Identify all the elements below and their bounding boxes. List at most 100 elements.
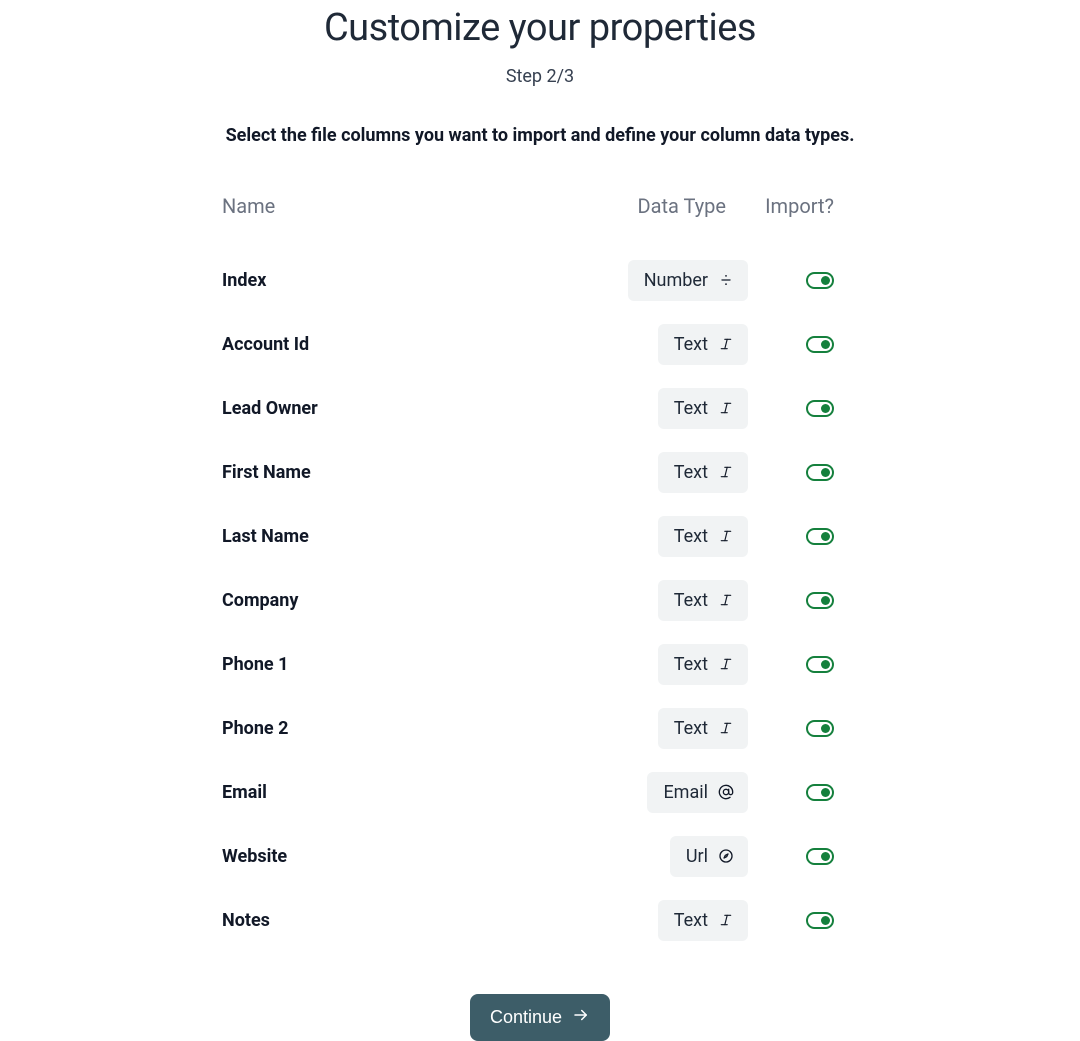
table-row: Company Text: [220, 568, 860, 632]
datatype-label: Text: [674, 910, 708, 931]
datatype-label: Text: [674, 590, 708, 611]
col-header-import: Import?: [748, 194, 838, 218]
property-name: Account Id: [222, 334, 568, 355]
import-toggle-cell: [748, 464, 838, 481]
property-name: Phone 2: [222, 718, 568, 739]
arrow-right-icon: [572, 1006, 590, 1029]
toggle-knob: [821, 660, 830, 669]
number-icon: [718, 272, 734, 288]
datatype-selector[interactable]: Url: [670, 836, 748, 877]
continue-button-label: Continue: [490, 1007, 562, 1028]
datatype-selector[interactable]: Text: [658, 452, 748, 493]
import-toggle-cell: [748, 272, 838, 289]
toggle-knob: [821, 852, 830, 861]
import-toggle-cell: [748, 720, 838, 737]
datatype-cell: Url: [568, 836, 748, 877]
step-indicator: Step 2/3: [506, 66, 574, 87]
datatype-selector[interactable]: Text: [658, 644, 748, 685]
toggle-knob: [821, 724, 830, 733]
property-name: Company: [222, 590, 568, 611]
datatype-label: Text: [674, 334, 708, 355]
property-name: Last Name: [222, 526, 568, 547]
datatype-cell: Text: [568, 516, 748, 557]
datatype-label: Text: [674, 526, 708, 547]
table-row: Phone 1 Text: [220, 632, 860, 696]
import-toggle[interactable]: [806, 528, 834, 545]
datatype-cell: Number: [568, 260, 748, 301]
import-toggle[interactable]: [806, 912, 834, 929]
table-row: Index Number: [220, 248, 860, 312]
text-icon: [718, 656, 734, 672]
instruction-text: Select the file columns you want to impo…: [226, 125, 855, 146]
text-icon: [718, 336, 734, 352]
col-header-datatype: Data Type: [568, 194, 748, 218]
datatype-selector[interactable]: Email: [647, 772, 748, 813]
datatype-selector[interactable]: Text: [658, 516, 748, 557]
import-toggle[interactable]: [806, 656, 834, 673]
url-icon: [718, 848, 734, 864]
datatype-cell: Text: [568, 580, 748, 621]
import-toggle[interactable]: [806, 336, 834, 353]
email-icon: [718, 784, 734, 800]
property-name: Website: [222, 846, 568, 867]
table-row: Notes Text: [220, 888, 860, 952]
table-row: Website Url: [220, 824, 860, 888]
import-toggle[interactable]: [806, 464, 834, 481]
table-row: First NameText: [220, 440, 860, 504]
table-row: Last Name Text: [220, 504, 860, 568]
datatype-selector[interactable]: Text: [658, 708, 748, 749]
table-row: Account Id Text: [220, 312, 860, 376]
import-toggle-cell: [748, 848, 838, 865]
datatype-cell: Email: [568, 772, 748, 813]
import-toggle[interactable]: [806, 848, 834, 865]
page-title: Customize your properties: [324, 6, 756, 50]
import-toggle[interactable]: [806, 592, 834, 609]
import-toggle-cell: [748, 592, 838, 609]
property-name: Notes: [222, 910, 568, 931]
datatype-selector[interactable]: Text: [658, 324, 748, 365]
table-row: Email Email: [220, 760, 860, 824]
import-toggle[interactable]: [806, 272, 834, 289]
toggle-knob: [821, 596, 830, 605]
toggle-knob: [821, 276, 830, 285]
datatype-cell: Text: [568, 900, 748, 941]
text-icon: [718, 912, 734, 928]
datatype-label: Text: [674, 462, 708, 483]
table-row: Lead Owner Text: [220, 376, 860, 440]
text-icon: [718, 592, 734, 608]
col-header-name: Name: [222, 194, 568, 218]
text-icon: [718, 720, 734, 736]
datatype-selector[interactable]: Number: [628, 260, 748, 301]
datatype-label: Email: [663, 782, 708, 803]
datatype-label: Url: [686, 846, 708, 867]
toggle-knob: [821, 916, 830, 925]
property-name: Lead Owner: [222, 398, 568, 419]
toggle-knob: [821, 340, 830, 349]
properties-table: Name Data Type Import? Index Number Accoun…: [220, 194, 860, 952]
text-icon: [718, 400, 734, 416]
import-toggle[interactable]: [806, 400, 834, 417]
datatype-cell: Text: [568, 324, 748, 365]
datatype-label: Text: [674, 654, 708, 675]
datatype-cell: Text: [568, 708, 748, 749]
datatype-cell: Text: [568, 388, 748, 429]
import-toggle-cell: [748, 400, 838, 417]
property-name: Email: [222, 782, 568, 803]
text-icon: [718, 464, 734, 480]
datatype-selector[interactable]: Text: [658, 388, 748, 429]
property-name: Index: [222, 270, 568, 291]
continue-button[interactable]: Continue: [470, 994, 610, 1041]
datatype-selector[interactable]: Text: [658, 900, 748, 941]
import-toggle[interactable]: [806, 720, 834, 737]
datatype-label: Text: [674, 398, 708, 419]
import-toggle-cell: [748, 336, 838, 353]
datatype-label: Text: [674, 718, 708, 739]
import-toggle[interactable]: [806, 784, 834, 801]
datatype-label: Number: [644, 270, 708, 291]
datatype-selector[interactable]: Text: [658, 580, 748, 621]
toggle-knob: [821, 788, 830, 797]
toggle-knob: [821, 404, 830, 413]
import-toggle-cell: [748, 784, 838, 801]
import-toggle-cell: [748, 528, 838, 545]
property-name: Phone 1: [222, 654, 568, 675]
